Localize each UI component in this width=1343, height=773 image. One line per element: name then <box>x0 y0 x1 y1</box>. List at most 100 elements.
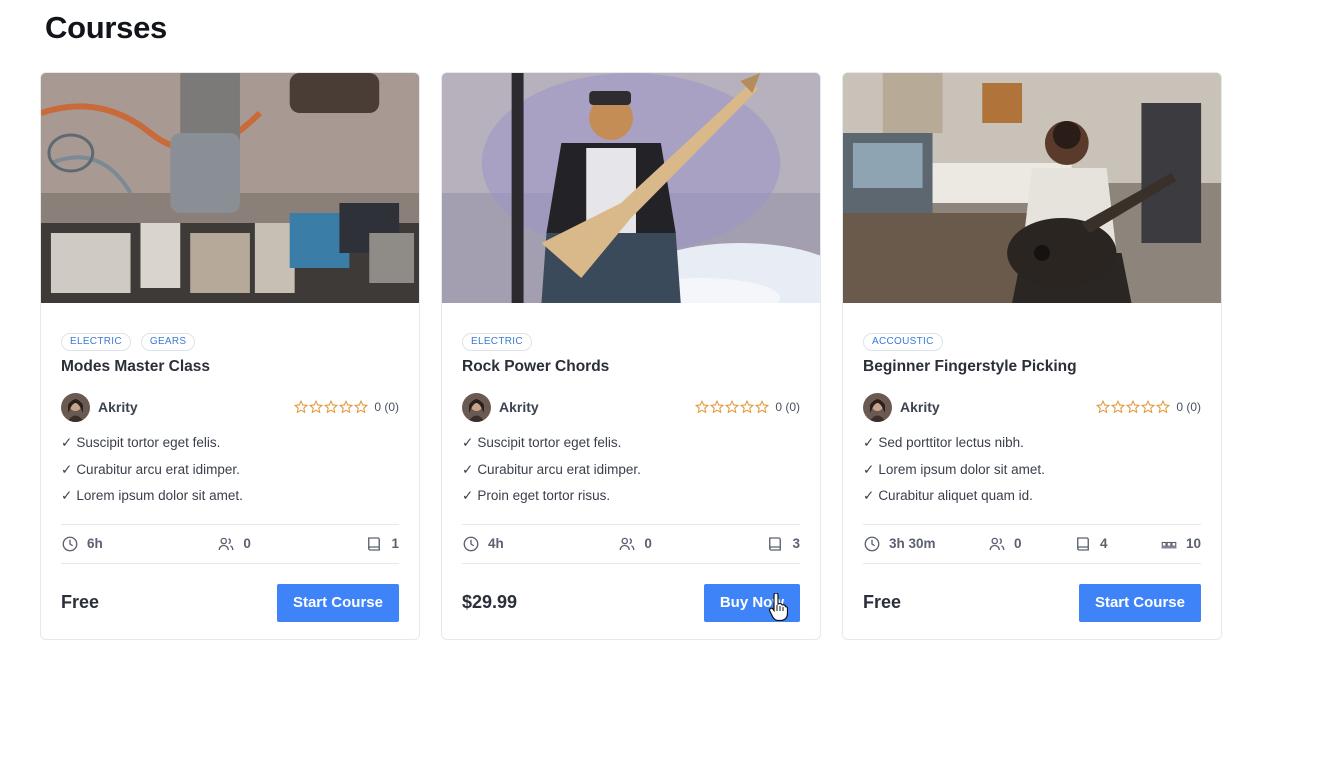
tag-list: ELECTRIC GEARS <box>61 333 399 351</box>
course-thumbnail-acoustic[interactable] <box>843 73 1221 303</box>
course-meta: 4h 0 3 <box>462 523 800 564</box>
list-item: ✓ Suscipit tortor eget felis. <box>462 434 800 461</box>
students: 0 <box>217 535 251 553</box>
tag-list: ELECTRIC <box>462 333 800 351</box>
list-item: ✓ Curabitur arcu erat idimper. <box>61 461 399 488</box>
star-icon <box>1156 400 1171 414</box>
list-item: ✓ Lorem ipsum dolor sit amet. <box>863 461 1201 488</box>
author-name: Akrity <box>499 399 539 415</box>
duration: 3h 30m <box>863 535 936 553</box>
book-icon <box>1077 536 1089 551</box>
clock-icon <box>864 536 880 551</box>
course-title[interactable]: Modes Master Class <box>61 358 399 376</box>
course-thumbnail-pedals[interactable] <box>41 73 419 303</box>
course-thumbnail-guitarist[interactable] <box>442 73 820 303</box>
list-item: ✓ Curabitur aliquet quam id. <box>863 487 1201 514</box>
star-icon <box>324 400 339 414</box>
start-course-button[interactable]: Start Course <box>1078 583 1201 622</box>
course-title[interactable]: Rock Power Chords <box>462 358 800 376</box>
seats: 10 <box>1160 535 1201 553</box>
book-icon <box>368 536 381 551</box>
author-name: Akrity <box>900 399 940 415</box>
star-icon <box>695 400 710 414</box>
price: Free <box>863 592 902 612</box>
check-icon: ✓ <box>61 488 73 503</box>
lessons: 4 <box>1074 535 1108 553</box>
list-item: ✓ Proin eget tortor risus. <box>462 487 800 514</box>
tag[interactable]: GEARS <box>140 333 196 351</box>
seats-icon <box>1161 541 1177 548</box>
list-item: ✓ Suscipit tortor eget felis. <box>61 434 399 461</box>
tag[interactable]: ACCOUSTIC <box>863 333 943 351</box>
avatar <box>863 392 892 422</box>
star-icon <box>1126 400 1141 414</box>
star-icon <box>725 400 740 414</box>
users-icon <box>989 537 1005 550</box>
students: 0 <box>988 535 1022 553</box>
list-item: ✓ Curabitur arcu erat idimper. <box>462 461 800 488</box>
check-icon: ✓ <box>462 435 474 450</box>
feature-list: ✓ Suscipit tortor eget felis. ✓ Curabitur … <box>61 434 399 514</box>
course-meta: 6h 0 1 <box>61 523 399 564</box>
star-icon <box>755 400 770 414</box>
avatar <box>61 392 90 422</box>
author[interactable]: Akrity <box>462 392 539 422</box>
course-card[interactable]: ELECTRIC GEARS Modes Master Class Akrity <box>40 72 420 640</box>
tag[interactable]: ELECTRIC <box>462 333 532 351</box>
rating: 0 (0) <box>294 400 399 414</box>
duration: 6h <box>61 535 103 553</box>
star-icon <box>740 400 755 414</box>
feature-list: ✓ Suscipit tortor eget felis. ✓ Curabitur … <box>462 434 800 514</box>
rating: 0 (0) <box>695 400 800 414</box>
check-icon: ✓ <box>61 435 73 450</box>
page-title: Courses <box>45 10 167 45</box>
tag[interactable]: ELECTRIC <box>61 333 131 351</box>
star-rating <box>294 400 369 414</box>
star-icon <box>294 400 309 414</box>
author-name: Akrity <box>98 399 138 415</box>
book-icon <box>769 536 782 551</box>
course-grid: ELECTRIC GEARS Modes Master Class Akrity <box>40 72 1222 640</box>
star-icon <box>339 400 354 414</box>
price: $29.99 <box>462 592 518 612</box>
start-course-button[interactable]: Start Course <box>276 583 399 622</box>
check-icon: ✓ <box>863 488 875 503</box>
course-title[interactable]: Beginner Fingerstyle Picking <box>863 358 1201 376</box>
clock-icon <box>62 536 78 551</box>
rating-count: 0 (0) <box>374 400 399 414</box>
star-icon <box>1141 400 1156 414</box>
author[interactable]: Akrity <box>863 392 940 422</box>
star-icon <box>309 400 324 414</box>
price: Free <box>61 592 100 612</box>
duration: 4h <box>462 535 504 553</box>
check-icon: ✓ <box>462 461 474 477</box>
check-icon: ✓ <box>61 461 73 477</box>
list-item: ✓ Sed porttitor lectus nibh. <box>863 434 1201 461</box>
star-rating <box>1096 400 1171 414</box>
star-icon <box>354 400 369 414</box>
students: 0 <box>618 535 652 553</box>
course-meta: 3h 30m 0 4 10 <box>863 523 1201 564</box>
star-icon <box>1096 400 1111 414</box>
list-item: ✓ Lorem ipsum dolor sit amet. <box>61 487 399 514</box>
feature-list: ✓ Sed porttitor lectus nibh. ✓ Lorem ipsum… <box>863 434 1201 514</box>
check-icon: ✓ <box>863 435 875 450</box>
course-card[interactable]: ACCOUSTIC Beginner Fingerstyle Picking A… <box>842 72 1222 640</box>
users-icon <box>619 537 635 550</box>
star-icon <box>1111 400 1126 414</box>
rating-count: 0 (0) <box>775 400 800 414</box>
lessons: 3 <box>766 535 800 553</box>
rating-count: 0 (0) <box>1176 400 1201 414</box>
star-rating <box>695 400 770 414</box>
course-card[interactable]: ELECTRIC Rock Power Chords Akrity 0 (0) … <box>441 72 821 640</box>
rating: 0 (0) <box>1096 400 1201 414</box>
author[interactable]: Akrity <box>61 392 138 422</box>
hand-cursor-icon <box>768 593 788 621</box>
clock-icon <box>463 536 479 551</box>
avatar <box>462 392 491 422</box>
check-icon: ✓ <box>863 461 875 477</box>
lessons: 1 <box>365 535 399 553</box>
users-icon <box>218 537 234 550</box>
tag-list: ACCOUSTIC <box>863 333 1201 351</box>
check-icon: ✓ <box>462 488 474 503</box>
